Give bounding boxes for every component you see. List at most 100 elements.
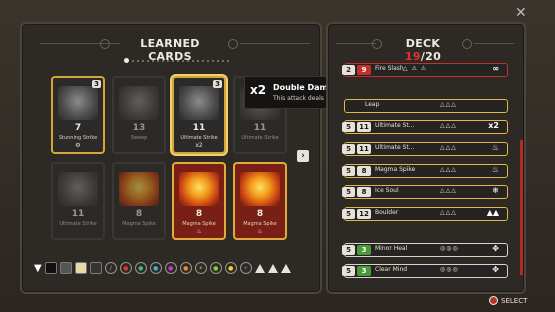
ornament [462, 39, 472, 49]
page-dot[interactable] [182, 59, 184, 62]
page-dot[interactable] [152, 59, 154, 62]
filter-gold-icon[interactable] [74, 262, 87, 274]
card-name: Ultimate Strike [59, 221, 97, 227]
filter-lightning-icon[interactable]: ⚡ [194, 262, 207, 274]
row-tag: ▲▲ [486, 208, 499, 217]
deck-row-clear-mind[interactable]: 5 3 Clear Mind ◎◎◎ ✥ [342, 264, 508, 278]
page-dot[interactable] [172, 59, 174, 62]
deck-row-ice-soul[interactable]: 5 8 Ice Soul △△△ ❄ [342, 185, 508, 199]
close-icon[interactable]: ✕ [515, 5, 527, 21]
card-name: Magma Spike [122, 221, 156, 227]
filter-green-icon[interactable]: ● [134, 262, 147, 274]
card-dimmed[interactable]: 8 Magma Spike [112, 162, 166, 240]
filter-plus-icon[interactable]: + [239, 262, 252, 274]
page-dot[interactable] [187, 59, 189, 62]
row-name: Fire Slash [375, 65, 404, 72]
page-indicator [124, 58, 229, 63]
page-dot[interactable] [157, 59, 159, 62]
filter-lime-icon[interactable]: ● [209, 262, 222, 274]
card-stunning-strike[interactable]: 3 7 Stunning Strike ⚙ [51, 76, 105, 154]
row-cost: 5 [342, 187, 355, 197]
filter-grey-icon[interactable] [59, 262, 72, 274]
row-name: Minor Heal [375, 245, 408, 252]
card-dimmed[interactable]: 11 Ultimate Strike [51, 162, 105, 240]
deck-max: /20 [420, 50, 442, 63]
triangle-icons: △△△ [440, 209, 457, 216]
deck-count: 19 [404, 50, 421, 63]
deck-title: DECK 19/20 [386, 37, 460, 63]
card-value: 8 [256, 209, 264, 219]
page-dot[interactable] [227, 59, 229, 62]
row-tag: ✥ [492, 265, 499, 274]
deck-row-magma-spike[interactable]: 5 8 Magma Spike △△△ ♨ [342, 164, 508, 178]
row-cost: 5 [342, 144, 355, 154]
card-value: 8 [135, 209, 143, 219]
page-dot[interactable] [177, 59, 179, 62]
page-dot[interactable] [222, 59, 224, 62]
page-dot[interactable] [207, 59, 209, 62]
card-art [179, 86, 219, 120]
deck-scrollbar[interactable] [520, 140, 523, 275]
page-dot[interactable] [212, 59, 214, 62]
filter-black-icon[interactable] [44, 262, 57, 274]
page-dot[interactable] [202, 59, 204, 62]
filter-yellow-icon[interactable]: ● [224, 262, 237, 274]
circle-icons: ◎◎◎ [440, 245, 459, 252]
snowflake-icon: ❄ [492, 186, 499, 195]
deck-row-fire-slash[interactable]: 2 9 Fire Slash △ ⚠ ⚠ ∞ [342, 63, 508, 77]
row-cost: 5 [342, 122, 355, 132]
infinity-icon: ∞ [492, 64, 499, 73]
filter-funnel-icon[interactable]: ▼ [34, 263, 42, 274]
filter-orange-icon[interactable]: ● [179, 262, 192, 274]
card-effect-icon: ⚙ [75, 142, 81, 149]
select-label: SELECT [501, 296, 528, 305]
page-dot[interactable] [142, 59, 144, 62]
fire-icon: ♨ [257, 228, 263, 235]
card-dimmed[interactable]: 13 Sweep [112, 76, 166, 154]
page-dot[interactable] [132, 59, 134, 62]
filter-red-icon[interactable]: ● [119, 262, 132, 274]
page-dot[interactable] [167, 59, 169, 62]
deck-row-boulder[interactable]: 5 12 Boulder △△△ ▲▲ [342, 207, 508, 221]
filter-blue-icon[interactable]: ● [149, 262, 162, 274]
deck-row-minor-heal[interactable]: 5 3 Minor Heal ◎◎◎ ✥ [342, 243, 508, 257]
deck-row-ultimate-strike[interactable]: 5 11 Ultimate St... △△△ x2 [342, 120, 508, 134]
triangle-icons: △△△ [440, 101, 457, 108]
page-dot[interactable] [147, 59, 149, 62]
row-count: 11 [357, 122, 371, 132]
filter-sword-icon[interactable]: / [104, 262, 117, 274]
page-dot[interactable] [217, 59, 219, 62]
next-page-arrow-icon[interactable]: › [297, 150, 309, 162]
page-dot[interactable] [197, 59, 199, 62]
filter-triangle-icon[interactable] [254, 263, 265, 273]
filter-purple-icon[interactable]: ● [164, 262, 177, 274]
card-value: 13 [132, 123, 146, 133]
card-ultimate-strike[interactable]: 3 11 Ultimate Strike x2 [172, 76, 226, 154]
card-magma-spike[interactable]: 8 Magma Spike ♨ [172, 162, 226, 240]
page-dot[interactable] [162, 59, 164, 62]
page-dot[interactable] [137, 59, 139, 62]
warning-icons: △ ⚠ ⚠ [403, 65, 428, 72]
deck-row-ultimate-strike[interactable]: 5 11 Ultimate St... △△△ ♨ [342, 142, 508, 156]
filter-dark-icon[interactable] [89, 262, 102, 274]
triangle-icons: △△△ [440, 144, 457, 151]
card-value: 11 [71, 209, 85, 219]
row-count: 3 [357, 266, 371, 276]
row-tag: x2 [488, 121, 499, 130]
filter-triangle-icon[interactable] [267, 263, 278, 273]
card-magma-spike[interactable]: 8 Magma Spike ♨ [233, 162, 287, 240]
deck-row-leap[interactable]: Leap △△△ [344, 99, 508, 113]
triangle-icons: △△△ [440, 187, 457, 194]
triangle-icons: △△△ [440, 166, 457, 173]
row-name: Boulder [375, 209, 399, 216]
row-cost: 5 [342, 209, 355, 219]
controller-button-icon [489, 296, 498, 305]
filter-triangle-icon[interactable] [280, 263, 291, 273]
row-name: Ice Soul [375, 187, 399, 194]
card-effect-icon: x2 [195, 142, 203, 149]
page-dot-active[interactable] [124, 58, 129, 63]
row-name: Leap [365, 101, 380, 108]
page-dot[interactable] [192, 59, 194, 62]
row-cost: 2 [342, 65, 355, 75]
title-ornament-left [336, 43, 376, 44]
